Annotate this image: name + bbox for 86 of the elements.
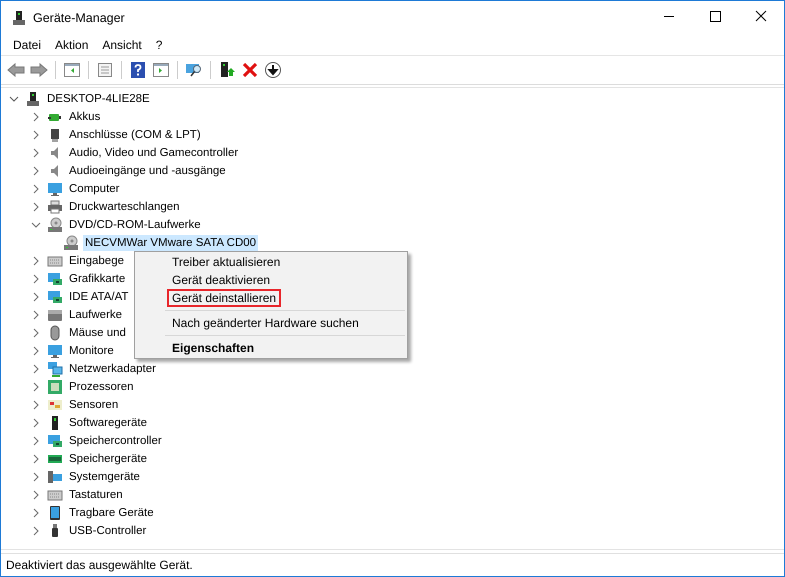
tree-item[interactable]: NECVMWar VMware SATA CD00 [83,235,258,251]
disable-device-icon[interactable] [264,61,282,79]
expand-icon[interactable] [31,328,41,338]
tree-item[interactable]: Prozessoren [67,379,136,395]
tree-item[interactable]: Eingabege [67,253,126,269]
expand-icon[interactable] [31,112,41,122]
expand-icon[interactable] [31,472,41,482]
tree-item[interactable]: Audio, Video und Gamecontroller [67,145,240,161]
drive-icon [47,307,63,323]
expand-icon[interactable] [31,490,41,500]
menu-item[interactable]: Gerät deinstallieren [167,289,282,307]
sensor-icon [47,397,63,413]
tree-item[interactable]: Tragbare Geräte [67,505,156,521]
disc-drive-icon [47,217,63,233]
tree-item[interactable]: Druckwarteschlangen [67,199,182,215]
expand-icon[interactable] [31,400,41,410]
collapse-icon[interactable] [9,94,19,104]
tree-item[interactable]: Tastaturen [67,487,125,503]
collapse-icon[interactable] [31,220,41,230]
tree-item[interactable]: Sensoren [67,397,120,413]
expand-icon[interactable] [31,274,41,284]
expand-icon[interactable] [31,130,41,140]
menu-item[interactable]: Datei [7,38,48,52]
status-text: Deaktiviert das ausgewählte Gerät. [6,558,193,572]
monitor-icon [47,469,63,485]
tree-item[interactable]: Softwaregeräte [67,415,149,431]
tree-item[interactable]: DVD/CD-ROM-Laufwerke [67,217,203,233]
tree-item[interactable]: Speichergeräte [67,451,149,467]
tree-item[interactable]: IDE ATA/AT [67,289,130,305]
chip-icon [47,379,63,395]
action-pane-icon[interactable] [152,61,170,79]
scan-monitor-icon[interactable] [185,61,203,79]
tree-item[interactable]: Akkus [67,109,102,125]
expand-icon[interactable] [31,148,41,158]
back-icon[interactable] [7,61,25,79]
expand-icon[interactable] [31,292,41,302]
uninstall-icon[interactable] [241,61,259,79]
tree-item[interactable]: Computer [67,181,122,197]
tree-item[interactable]: Mäuse und [67,325,128,341]
tower-icon [25,91,41,107]
menu-item[interactable]: Nach geänderter Hardware suchen [167,314,364,332]
expand-icon[interactable] [31,418,41,428]
disc-drive-icon [63,235,79,251]
expand-icon[interactable] [31,526,41,536]
expand-icon[interactable] [31,256,41,266]
expand-icon[interactable] [31,508,41,518]
network-icon [47,361,63,377]
update-driver-icon[interactable] [218,61,236,79]
console-tree-icon[interactable] [63,61,81,79]
tree-item[interactable]: Audioeingänge und -ausgänge [67,163,228,179]
help-icon[interactable] [129,61,147,79]
expand-icon[interactable] [31,184,41,194]
tree-item[interactable]: Netzwerkadapter [67,361,158,377]
monitor-icon [47,343,63,359]
tree-item[interactable]: Monitore [67,343,116,359]
tree-item[interactable]: USB-Controller [67,523,148,539]
card-icon [47,271,63,287]
printer-icon [47,199,63,215]
tree-item[interactable]: Laufwerke [67,307,124,323]
tree-item[interactable]: Speichercontroller [67,433,164,449]
expand-icon[interactable] [31,166,41,176]
tree-item[interactable]: Systemgeräte [67,469,142,485]
tree-item[interactable]: Anschlüsse (COM & LPT) [67,127,203,143]
expand-icon[interactable] [31,454,41,464]
expand-icon[interactable] [31,310,41,320]
menu-item[interactable]: Eigenschaften [167,339,260,357]
expand-icon[interactable] [31,382,41,392]
menu-item[interactable]: Ansicht [96,38,148,52]
window-title: Geräte-Manager [33,11,125,25]
tree-item[interactable]: DESKTOP-4LIE28E [45,91,152,107]
menu-item[interactable]: ? [150,38,168,52]
expand-icon[interactable] [31,202,41,212]
menu-item[interactable]: Treiber aktualisieren [167,253,286,271]
forward-icon[interactable] [30,61,48,79]
card-icon [47,289,63,305]
properties-icon[interactable] [96,61,114,79]
menu-item[interactable]: Aktion [49,38,94,52]
tablet-icon [47,505,63,521]
expand-icon[interactable] [31,364,41,374]
tree-item[interactable]: Grafikkarte [67,271,128,287]
expand-icon[interactable] [31,436,41,446]
card-icon [47,433,63,449]
expand-icon[interactable] [31,346,41,356]
app-icon [11,10,27,26]
menu-item[interactable]: Gerät deaktivieren [167,271,276,289]
monitor-icon [47,181,63,197]
